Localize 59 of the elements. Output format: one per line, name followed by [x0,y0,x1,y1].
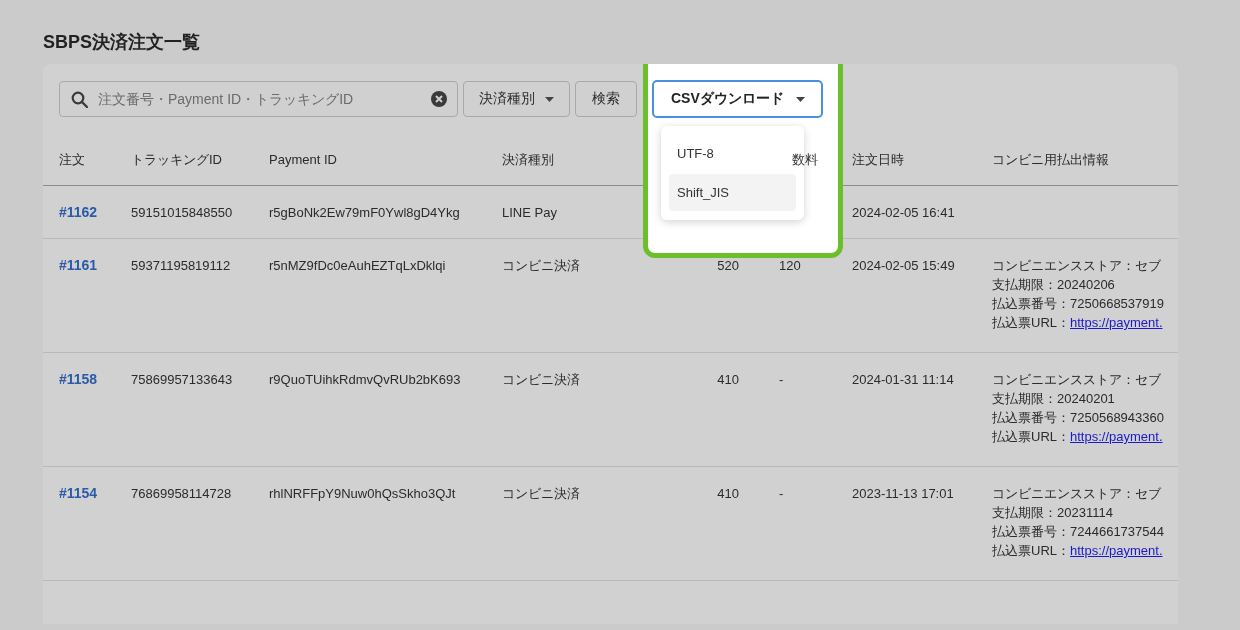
order-link[interactable]: #1162 [59,204,131,221]
slip-number-text: 払込票番号：7244661737544 [992,523,1165,540]
deadline-text: 支払期限：20240206 [992,276,1116,293]
table-cell-text: コンビニ決済 [502,371,581,389]
url-label: 払込票URL： [992,429,1070,444]
table-cell-text: コンビニ決済 [502,257,581,275]
payment-method-filter[interactable]: 決済種別 [463,81,570,117]
column-header: 数料 [791,150,819,168]
table-cell-text: 2024-02-05 16:41 [852,204,956,221]
store-text: コンビニエンスストア：セブ [992,257,1162,274]
deadline-text: 支払期限：20231114 [992,504,1114,521]
payment-url-link[interactable]: https://payment. [1070,315,1163,330]
search-icon [71,90,88,108]
payment-url-link[interactable]: https://payment. [1070,543,1163,558]
column-header: トラッキングID [131,150,223,168]
table-cell-text: r5nMZ9fDc0eAuhEZTqLxDklqi [269,257,447,275]
order-link[interactable]: #1158 [59,371,131,445]
table-cell-text: 520 [716,257,739,275]
column-header: コンビニ用払出情報 [992,150,1110,168]
table-cell-text: 410 [716,371,739,389]
table-cell-text: 59371195819112 [131,257,232,275]
search-button[interactable]: 検索 [575,81,637,117]
store-text: コンビニエンスストア：セブ [992,485,1162,502]
caret-icon [795,96,805,102]
slip-number-text: 払込票番号：7250568943360 [992,409,1165,426]
clear-icon[interactable] [431,91,447,107]
csv-download-button[interactable]: CSVダウンロード [652,80,823,118]
menu-item[interactable]: Shift_JIS [669,174,796,211]
page-title: SBPS決済注文一覧 [43,31,202,54]
url-label: 払込票URL： [992,543,1070,558]
table-cell-text: 120 [778,257,802,275]
store-text: コンビニエンスストア：セブ [992,371,1162,388]
table-cell-text: 2024-01-31 11:14 [852,371,955,389]
caret-icon [545,96,554,102]
table-cell-text: 410 [716,485,739,503]
column-header: 決済種別 [502,150,555,168]
deadline-text: 支払期限：20240201 [992,390,1116,407]
table-cell-text: r9QuoTUihkRdmvQvRUb2bK693 [269,371,462,389]
table-cell-text: 59151015848550 [131,204,234,221]
search-field[interactable]: 注文番号・Payment ID・トラッキングID [59,81,458,117]
column-header: 注文日時 [852,150,905,168]
table-cell-text: 76869958114728 [131,485,233,503]
table-cell-text: 2024-02-05 15:49 [852,257,956,275]
search-input[interactable]: 注文番号・Payment ID・トラッキングID [98,91,421,107]
table-cell-text: 2023-11-13 17:01 [852,485,955,503]
table-cell-text: 75869957133643 [131,371,234,389]
table-cell-text: LINE Pay [502,204,558,221]
table-cell-text: - [778,485,785,503]
order-link[interactable]: #1154 [59,485,131,559]
column-header: 注文 [59,150,86,168]
table-cell-text: r5gBoNk2Ew79mF0Ywl8gD4Ykg [269,204,461,221]
slip-number-text: 払込票番号：7250668537919 [992,295,1165,312]
table-cell-text: - [778,371,785,389]
table-cell-text: rhlNRFFpY9Nuw0hQsSkho3QJt [269,485,457,503]
url-label: 払込票URL： [992,315,1070,330]
table-cell-text: コンビニ決済 [502,485,581,503]
order-link[interactable]: #1161 [59,257,131,331]
payment-url-link[interactable]: https://payment. [1070,429,1163,444]
column-header: Payment ID [269,150,338,168]
